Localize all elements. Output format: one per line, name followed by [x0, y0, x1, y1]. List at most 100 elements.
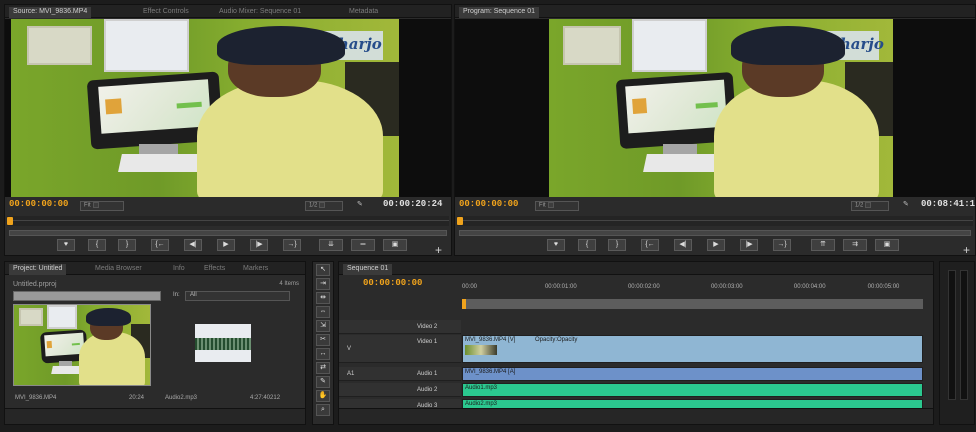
sequence-timecode[interactable]: 00:00:00:00	[363, 278, 422, 288]
play-icon[interactable]: ▶	[707, 239, 725, 251]
program-timecode-in[interactable]: 00:00:00:00	[459, 199, 518, 209]
video-frame: Raharjo	[549, 19, 893, 197]
out-point-icon[interactable]: }	[118, 239, 136, 251]
in-point-icon[interactable]: {	[88, 239, 106, 251]
tab-program[interactable]: Program: Sequence 01	[459, 7, 539, 18]
tab-effect-controls[interactable]: Effect Controls	[139, 7, 193, 18]
tab-metadata[interactable]: Metadata	[345, 7, 382, 18]
work-area-bar[interactable]	[462, 299, 923, 309]
clip-thumbnail-mvi[interactable]	[13, 304, 151, 386]
clip-opacity-label[interactable]: Opacity:Opacity	[535, 337, 577, 343]
clip2-duration: 4:27:40212	[250, 395, 281, 401]
marker-icon[interactable]: ♥	[57, 239, 75, 251]
clip-thumbnail-audio2[interactable]	[195, 324, 251, 362]
project-panel: Project: Untitled Media Browser Info Eff…	[4, 261, 306, 425]
razor-tool-icon[interactable]: ✂	[316, 334, 330, 346]
tab-audio-mixer[interactable]: Audio Mixer: Sequence 01	[215, 7, 305, 18]
ruler-label: 00:00	[462, 284, 478, 290]
source-fit-dropdown[interactable]: Fit	[80, 201, 124, 211]
ripple-edit-tool-icon[interactable]: ⇹	[316, 292, 330, 304]
rate-stretch-tool-icon[interactable]: ⇲	[316, 320, 330, 332]
tab-effects[interactable]: Effects	[200, 264, 229, 275]
wrench-icon[interactable]: ✎	[357, 200, 363, 208]
playhead-icon[interactable]	[7, 217, 13, 225]
tab-source[interactable]: Source: MVI_9836.MP4	[9, 7, 92, 18]
tab-sequence[interactable]: Sequence 01	[343, 264, 393, 275]
audio-meter-right	[960, 270, 968, 400]
add-icon[interactable]: +	[435, 243, 442, 255]
go-to-in-icon[interactable]: {←	[641, 239, 659, 251]
lift-icon[interactable]: ⇈	[811, 239, 835, 251]
program-fit-dropdown[interactable]: Fit	[535, 201, 579, 211]
go-to-in-icon[interactable]: {←	[151, 239, 169, 251]
step-forward-icon[interactable]: |▶	[250, 239, 268, 251]
export-frame-icon[interactable]: ▣	[875, 239, 899, 251]
track-target-a1[interactable]: A1	[347, 371, 354, 377]
overwrite-icon[interactable]: ═	[351, 239, 375, 251]
source-monitor-panel: Source: MVI_9836.MP4 Effect Controls Aud…	[4, 4, 452, 256]
program-time-ruler[interactable]	[457, 216, 973, 226]
playhead-icon[interactable]	[462, 299, 466, 309]
ruler-label: 00:00:03:00	[710, 284, 743, 290]
slide-tool-icon[interactable]: ⇄	[316, 362, 330, 374]
source-zoom-scrollbar[interactable]	[9, 230, 447, 236]
tab-media-browser[interactable]: Media Browser	[91, 264, 146, 275]
timeline-ruler[interactable]: 00:00 00:00:01:00 00:00:02:00 00:00:03:0…	[462, 284, 923, 298]
timeline-bottom-scrollbar[interactable]	[339, 408, 933, 424]
track-name: Audio 2	[417, 387, 438, 393]
program-tabbar: Program: Sequence 01	[455, 5, 975, 18]
track-header-video2[interactable]: Video 2	[339, 320, 461, 334]
go-to-out-icon[interactable]: →}	[773, 239, 791, 251]
hand-tool-icon[interactable]: ✋	[316, 390, 330, 402]
project-search-input[interactable]	[13, 291, 161, 301]
slip-tool-icon[interactable]: ↔	[316, 348, 330, 360]
clip-audio1-name: MVI_9836.MP4 [A]	[465, 369, 516, 375]
timeline-clip-audio2[interactable]: Audio1.mp3	[462, 383, 923, 397]
tab-info[interactable]: Info	[169, 264, 189, 275]
program-monitor-panel: Program: Sequence 01 Raharjo 00:00:00:00…	[454, 4, 976, 256]
wrench-icon[interactable]: ✎	[903, 200, 909, 208]
pen-tool-icon[interactable]: ✎	[316, 376, 330, 388]
zoom-tool-icon[interactable]: ⌕	[316, 404, 330, 416]
go-to-out-icon[interactable]: →}	[283, 239, 301, 251]
add-icon[interactable]: +	[963, 243, 970, 255]
program-resolution-value: 1/2	[855, 202, 864, 209]
track-target-v[interactable]: V	[347, 346, 351, 352]
timeline-clip-video[interactable]: MVI_9836.MP4 [V] Opacity:Opacity	[462, 335, 923, 363]
video-frame	[14, 305, 150, 385]
rolling-edit-tool-icon[interactable]: ⇔	[316, 306, 330, 318]
audio-meter-panel	[939, 261, 975, 425]
timeline-clip-audio1[interactable]: MVI_9836.MP4 [A]	[462, 367, 923, 381]
playhead-icon[interactable]	[457, 217, 463, 225]
step-back-icon[interactable]: ◀|	[674, 239, 692, 251]
in-dropdown[interactable]: All	[185, 291, 290, 301]
clip-video-name: MVI_9836.MP4 [V]	[465, 337, 516, 343]
track-header-audio2[interactable]: Audio 2	[339, 383, 461, 397]
extract-icon[interactable]: ⇉	[843, 239, 867, 251]
selection-tool-icon[interactable]: ↖	[316, 264, 330, 276]
program-zoom-scrollbar[interactable]	[459, 230, 971, 236]
source-resolution-dropdown[interactable]: 1/2	[305, 201, 343, 211]
track-header-audio1[interactable]: A1 Audio 1	[339, 367, 461, 381]
marker-icon[interactable]: ♥	[547, 239, 565, 251]
program-resolution-dropdown[interactable]: 1/2	[851, 201, 889, 211]
source-time-ruler[interactable]	[7, 216, 449, 226]
step-forward-icon[interactable]: |▶	[740, 239, 758, 251]
in-point-icon[interactable]: {	[578, 239, 596, 251]
program-video-frame: Raharjo	[455, 19, 975, 197]
source-video-frame: Raharjo	[5, 19, 451, 197]
program-fit-value: Fit	[539, 202, 546, 209]
export-frame-icon[interactable]: ▣	[383, 239, 407, 251]
track-name: Video 1	[417, 339, 438, 345]
play-icon[interactable]: ▶	[217, 239, 235, 251]
tab-markers[interactable]: Markers	[239, 264, 272, 275]
tab-project[interactable]: Project: Untitled	[9, 264, 67, 275]
track-header-video1[interactable]: V Video 1	[339, 335, 461, 363]
source-timecode-in[interactable]: 00:00:00:00	[9, 199, 68, 209]
insert-icon[interactable]: ⇊	[319, 239, 343, 251]
program-transport-controls: ♥ { } {← ◀| ▶ |▶ →} ⇈ ⇉ ▣	[455, 239, 975, 255]
step-back-icon[interactable]: ◀|	[184, 239, 202, 251]
track-select-tool-icon[interactable]: ⇥	[316, 278, 330, 290]
out-point-icon[interactable]: }	[608, 239, 626, 251]
in-label: In:	[173, 292, 180, 298]
